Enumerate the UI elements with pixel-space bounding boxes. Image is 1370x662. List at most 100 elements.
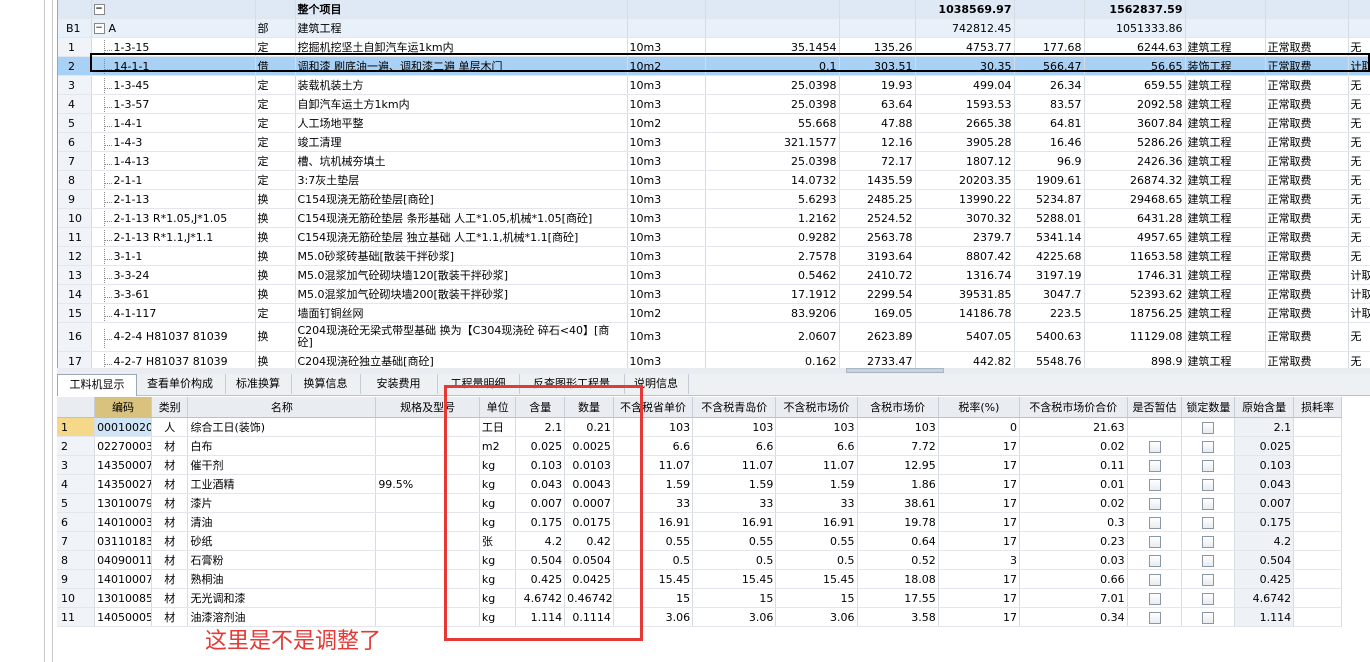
column-header[interactable]: 编码 xyxy=(94,397,152,418)
is-estimate[interactable] xyxy=(1127,493,1183,513)
tab-2[interactable]: 标准换算 xyxy=(225,374,292,394)
lock-quantity[interactable] xyxy=(1181,550,1236,570)
material-row[interactable]: 1 00010020 人综合工日(装饰) 工日 2.1 0.21 103 103 103 103 0… xyxy=(57,417,1342,437)
item-row[interactable]: 1 1-3-15 定挖掘机挖坚土自卸汽车运1km内 10m3 35.1454 135.26… xyxy=(58,37,1370,57)
material-content[interactable]: 0.175 xyxy=(515,512,566,532)
column-header[interactable]: 不含税市场价合价 xyxy=(1019,397,1128,418)
column-header[interactable]: 含税市场价 xyxy=(857,397,939,418)
estimate-checkbox[interactable] xyxy=(1148,611,1161,624)
lock-checkbox[interactable] xyxy=(1202,516,1215,529)
lock-quantity[interactable] xyxy=(1181,493,1236,513)
estimate-checkbox[interactable] xyxy=(1148,440,1161,453)
project-total-row[interactable]: − 整个项目 1038569.97 1562837.59 xyxy=(58,0,1370,19)
column-header[interactable]: 规格及型号 xyxy=(375,397,480,418)
item-row[interactable]: 7 1-4-13 定槽、坑机械夯填土 10m3 25.0398 72.17 1807.12 9… xyxy=(58,151,1370,171)
lock-checkbox[interactable] xyxy=(1202,459,1215,472)
item-row[interactable]: 17 4-2-7 H81037 81039 换 C204现浇砼独立基础[商砼] 10m3… xyxy=(58,351,1370,368)
is-estimate[interactable] xyxy=(1127,474,1183,494)
material-quantity[interactable]: 0.0043 xyxy=(564,474,614,494)
column-header[interactable]: 不含税省单价 xyxy=(613,397,694,418)
lock-quantity[interactable] xyxy=(1181,531,1236,551)
item-row[interactable]: 3 1-3-45 定装载机装土方 10m3 25.0398 19.93 499.04 26.3… xyxy=(58,75,1370,95)
lock-checkbox[interactable] xyxy=(1202,592,1215,605)
column-header[interactable]: 数量 xyxy=(564,397,614,418)
material-row[interactable]: 2 02270003 材白布 m2 0.025 0.0025 6.6 6.6 6.6 7.72 17… xyxy=(57,436,1342,456)
material-row[interactable]: 8 04090011 材石膏粉 kg 0.504 0.0504 0.5 0.5 0.5 0.52 3… xyxy=(57,550,1342,570)
estimate-checkbox[interactable] xyxy=(1148,459,1161,472)
is-estimate[interactable] xyxy=(1127,455,1183,475)
item-row[interactable]: 11 2-1-13 R*1.1,J*1.1 换 C154现浇无筋砼垫层 独立基础 人工… xyxy=(58,227,1370,247)
lock-quantity[interactable] xyxy=(1181,569,1236,589)
item-row[interactable]: 15 4-1-117 定墙面钉铜丝网 10m2 83.9206 169.05 14186.7… xyxy=(58,303,1370,323)
lock-checkbox[interactable] xyxy=(1202,421,1215,434)
column-header[interactable]: 名称 xyxy=(187,397,377,418)
tab-3[interactable]: 换算信息 xyxy=(291,374,361,394)
item-row[interactable]: 5 1-4-1 定人工场地平整 10m2 55.668 47.88 2665.38 64.81… xyxy=(58,113,1370,133)
is-estimate[interactable] xyxy=(1127,512,1183,532)
column-header[interactable]: 单位 xyxy=(479,397,517,418)
estimate-checkbox[interactable] xyxy=(1148,554,1161,567)
column-header[interactable]: 含量 xyxy=(515,397,566,418)
lock-checkbox[interactable] xyxy=(1202,573,1215,586)
material-row[interactable]: 10 13010085 材无光调和漆 kg 4.6742 0.46742 15 15 15 17.… xyxy=(57,588,1342,608)
item-row[interactable]: 6 1-4-3 定竣工清理 10m3 321.1577 12.16 3905.28 16.46… xyxy=(58,132,1370,152)
material-content[interactable]: 0.103 xyxy=(515,455,566,475)
material-quantity[interactable]: 0.0103 xyxy=(564,455,614,475)
material-quantity[interactable]: 0.0504 xyxy=(564,550,614,570)
material-content[interactable]: 0.504 xyxy=(515,550,566,570)
column-header[interactable]: 税率(%) xyxy=(938,397,1020,418)
column-header[interactable]: 不含税市场价 xyxy=(775,397,858,418)
tab-5[interactable]: 工程量明细 xyxy=(437,374,520,394)
item-row[interactable]: 13 3-3-24 换 M5.0混浆加气砼砌块墙120[散装干拌砂浆] 10m3 0.54… xyxy=(58,265,1370,285)
item-row[interactable]: 2 14-1-1 借调和漆 刷底油一遍、调和漆二遍 单层木门 10m2 0.1 303.5… xyxy=(58,56,1370,76)
lock-quantity[interactable] xyxy=(1181,436,1236,456)
material-quantity[interactable]: 0.42 xyxy=(564,531,614,551)
lock-quantity[interactable] xyxy=(1181,607,1236,627)
material-row[interactable]: 4 14350027 材工业酒精 99.5% kg 0.043 0.0043 1.59 1.59… xyxy=(57,474,1342,494)
is-estimate[interactable] xyxy=(1127,588,1183,608)
estimate-checkbox[interactable] xyxy=(1148,478,1161,491)
lock-quantity[interactable] xyxy=(1181,474,1236,494)
material-content[interactable]: 1.114 xyxy=(515,607,566,627)
column-header[interactable]: 不含税青岛价 xyxy=(692,397,777,418)
column-header[interactable]: 原始含量 xyxy=(1234,397,1295,418)
lock-quantity[interactable] xyxy=(1181,417,1236,437)
is-estimate[interactable] xyxy=(1127,607,1183,627)
lock-quantity[interactable] xyxy=(1181,455,1236,475)
material-quantity[interactable]: 0.0025 xyxy=(564,436,614,456)
material-content[interactable]: 0.025 xyxy=(515,436,566,456)
material-quantity[interactable]: 0.21 xyxy=(564,417,614,437)
item-row[interactable]: 8 2-1-1 定 3:7灰土垫层 10m3 14.0732 1435.59 20203.35… xyxy=(58,170,1370,190)
lock-checkbox[interactable] xyxy=(1202,497,1215,510)
material-content[interactable]: 4.2 xyxy=(515,531,566,551)
material-row[interactable]: 3 14350007 材催干剂 kg 0.103 0.0103 11.07 11.07 11.0… xyxy=(57,455,1342,475)
material-content[interactable]: 0.425 xyxy=(515,569,566,589)
material-content[interactable]: 2.1 xyxy=(515,417,566,437)
labor-material-grid[interactable]: 编码 类别 名称 规格及型号 单位 含量 数量 不含税省单价 不含税青岛价 不含税市场价 含税市场价… xyxy=(57,397,1342,629)
column-header[interactable]: 类别 xyxy=(151,397,189,418)
material-quantity[interactable]: 0.1114 xyxy=(564,607,614,627)
material-quantity[interactable]: 0.0007 xyxy=(564,493,614,513)
estimate-checkbox[interactable] xyxy=(1148,535,1161,548)
column-header[interactable]: 锁定数量 xyxy=(1181,397,1236,418)
item-row[interactable]: 14 3-3-61 换 M5.0混浆加气砼砌块墙200[散装干拌砂浆] 10m3 17.1… xyxy=(58,284,1370,304)
material-row[interactable]: 9 14010007 材熟桐油 kg 0.425 0.0425 15.45 15.45 15.4… xyxy=(57,569,1342,589)
material-quantity[interactable]: 0.0425 xyxy=(564,569,614,589)
material-content[interactable]: 0.043 xyxy=(515,474,566,494)
tab-0[interactable]: 工料机显示 xyxy=(57,374,137,396)
estimate-checkbox[interactable] xyxy=(1148,592,1161,605)
material-quantity[interactable]: 0.46742 xyxy=(564,588,614,608)
section-row[interactable]: B1 − A 部 建筑工程 742812.45 1051333.86 xyxy=(58,18,1370,38)
item-row[interactable]: 10 2-1-13 R*1.05,J*1.05 换 C154现浇无筋砼垫层 条形基础 … xyxy=(58,208,1370,228)
estimate-checkbox[interactable] xyxy=(1148,516,1161,529)
horizontal-scrollbar-thumb[interactable] xyxy=(846,368,944,373)
tab-4[interactable]: 安装费用 xyxy=(360,374,438,394)
lock-quantity[interactable] xyxy=(1181,588,1236,608)
estimate-checkbox[interactable] xyxy=(1148,573,1161,586)
item-row[interactable]: 4 1-3-57 定自卸汽车运土方1km内 10m3 25.0398 63.64 1593.… xyxy=(58,94,1370,114)
collapse-icon[interactable]: − xyxy=(93,23,105,34)
is-estimate[interactable] xyxy=(1127,531,1183,551)
budget-items-grid[interactable]: − 整个项目 1038569.97 1562837.59 B1 − A 部 建筑工… xyxy=(57,0,1370,368)
tab-6[interactable]: 反查图形工程量 xyxy=(519,374,625,394)
estimate-checkbox[interactable] xyxy=(1148,497,1161,510)
